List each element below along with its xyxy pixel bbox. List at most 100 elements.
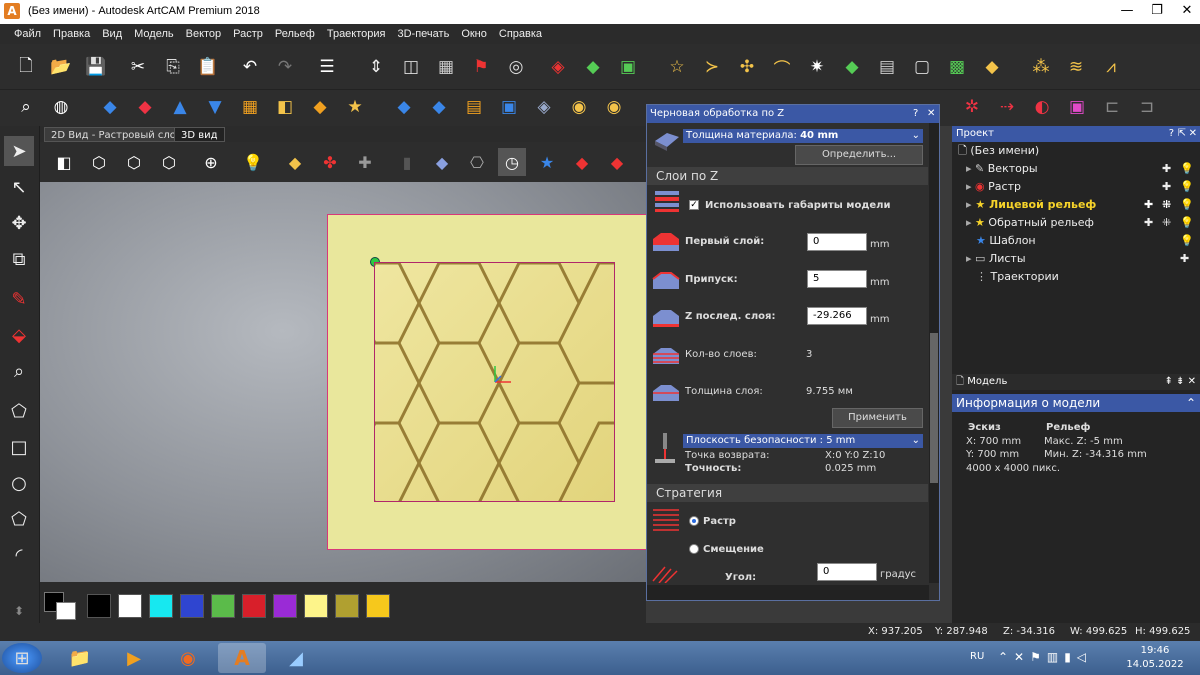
dialog-scrollbar[interactable] [929,123,939,583]
blue-plane-icon[interactable]: ◆ [390,93,418,121]
bulb-icon[interactable]: 💡 [1180,178,1194,196]
color-swatch-black[interactable] [87,594,111,618]
start-button-icon[interactable]: ⊞ [2,643,42,673]
switch-icon[interactable]: ⊐ [1133,93,1161,121]
polyline-draw-icon[interactable]: ⬠ [4,396,34,426]
clock-icon[interactable]: ◷ [498,148,526,176]
artcam-taskbar-icon[interactable]: A [218,643,266,673]
tree-item-vectors[interactable]: ▸ ✎ Векторы ✚ 💡 [952,160,1200,178]
color-swatch-white[interactable] [118,594,142,618]
blue-smooth-icon[interactable]: ◈ [530,93,558,121]
allowance-input[interactable]: 5 [807,270,867,288]
toolpath-view-icon[interactable]: ⎔ [463,148,491,176]
expand-arrow-icon[interactable]: ▸ [966,198,972,211]
raster-radio[interactable] [689,516,699,526]
wave-icon[interactable]: ≋ [1062,53,1090,81]
add-icon[interactable]: ✚ [1144,214,1153,232]
help-icon[interactable]: ? [913,105,918,123]
iso-view-icon[interactable]: ◧ [50,148,78,176]
first-layer-input[interactable]: 0 [807,233,867,251]
maximize-button[interactable]: ❐ [1142,0,1172,24]
magenta-square-icon[interactable]: ▣ [1063,93,1091,121]
weave-icon[interactable]: ▦ [236,93,264,121]
toggle-icon[interactable]: ⊏ [1098,93,1126,121]
app-taskbar-icon[interactable]: ◢ [272,643,320,673]
select-arrow-icon[interactable]: ➤ [4,136,34,166]
color-swatch-olive[interactable] [335,594,359,618]
arrow-red-icon[interactable]: ⇢ [993,93,1021,121]
bulb-icon[interactable]: 💡 [1180,214,1194,232]
star-folder-icon[interactable]: ☆ [663,53,691,81]
menu-toolpath[interactable]: Траектория [321,24,392,44]
scale-icon[interactable]: ⧉ [4,244,34,274]
dialog-close-icon[interactable]: ✕ [927,105,935,123]
color-swatch-green[interactable] [211,594,235,618]
material-icon[interactable]: ◆ [281,148,309,176]
more-tools-icon[interactable]: ⬍ [4,596,34,626]
grid-dots-icon[interactable]: ⁜ [1162,214,1171,232]
color-swatch-blue[interactable] [180,594,204,618]
blue-half-icon[interactable]: ◆ [425,93,453,121]
puzzle-icon[interactable]: ✚ [351,148,379,176]
tree-item-bitmap[interactable]: ▸ ◉ Растр ✚ 💡 [952,178,1200,196]
red-box-icon[interactable]: ◆ [603,148,631,176]
zoom-icon[interactable]: ⌕ [12,93,40,121]
menu-edit[interactable]: Правка [47,24,96,44]
project-root[interactable]: 🗋 (Без имени) [952,142,1200,160]
frame-icon[interactable]: ▢ [908,53,936,81]
open-folder-icon[interactable]: 📂 [47,53,75,81]
pin-icon[interactable]: ? [1169,126,1174,142]
relief-down-icon[interactable]: ▼ [201,93,229,121]
star-blue-icon[interactable]: ★ [533,148,561,176]
polyline-icon[interactable]: ⩘ [1097,53,1125,81]
color-swatch-red[interactable] [242,594,266,618]
language-indicator[interactable]: RU [970,651,984,662]
tree-item-front-relief[interactable]: ▸ ★ Лицевой рельеф ✚ ⁜ 💡 [952,196,1200,214]
close-button[interactable]: ✕ [1172,0,1200,24]
tab-2d-view[interactable]: 2D Вид - Растровый слой [44,127,190,142]
yellow-dot-icon[interactable]: ◉ [600,93,628,121]
side-view-icon[interactable]: ⬡ [120,148,148,176]
panel-controls-icon[interactable]: ⇞ ⇟ ✕ [1165,374,1197,390]
color-swatch-purple[interactable] [273,594,297,618]
curve-icon[interactable]: ⌒ [768,53,796,81]
gauge-icon[interactable]: ◎ [502,53,530,81]
cylinder-icon[interactable]: ▮ [393,148,421,176]
relief-export-icon[interactable]: ▣ [614,53,642,81]
menu-3d-print[interactable]: 3D-печать [392,24,456,44]
sphere-icon[interactable]: ◍ [47,93,75,121]
pencil-icon[interactable]: ✎ [4,284,34,314]
tree-item-template[interactable]: ★ Шаблон 💡 [952,232,1200,250]
add-icon[interactable]: ✚ [1162,160,1171,178]
dialog-hscrollbar[interactable] [647,585,929,600]
expand-arrow-icon[interactable]: ▸ [966,252,972,265]
relief-add-icon[interactable]: ◆ [579,53,607,81]
clock-time[interactable]: 19:46 [1130,645,1180,656]
expand-arrow-icon[interactable]: ▸ [966,180,972,193]
light-bulb-icon[interactable]: 💡 [239,148,267,176]
bulb-icon[interactable]: 💡 [1180,196,1194,214]
arc-icon[interactable]: ◜ [4,540,34,570]
apply-button[interactable]: Применить [832,408,923,428]
cut-icon[interactable]: ✂ [124,53,152,81]
menu-file[interactable]: Файл [8,24,47,44]
axes-icon[interactable]: ✤ [316,148,344,176]
bulb-icon[interactable]: 💡 [1180,232,1194,250]
dots-relief-icon[interactable]: ◆ [306,93,334,121]
tray-icons[interactable]: ⌃✕⚑▥▮◁ [998,650,1092,664]
color-swatch-cyan[interactable] [149,594,173,618]
undo-icon[interactable]: ↶ [236,53,264,81]
block-icon[interactable]: ◆ [428,148,456,176]
color-swatch-light-yellow[interactable] [304,594,328,618]
menu-window[interactable]: Окно [455,24,493,44]
grid-dots-icon[interactable]: ⁜ [1162,196,1171,214]
nodes-icon[interactable]: ⁂ [1027,53,1055,81]
expand-arrow-icon[interactable]: ▸ [966,216,972,229]
texture-icon[interactable]: ▤ [873,53,901,81]
tree-item-toolpaths[interactable]: ⋮ Траектории [952,268,1200,286]
circle-icon[interactable]: ○ [4,468,34,498]
bracket-icon[interactable]: ◐ [1028,93,1056,121]
red-relief-icon[interactable]: ◆ [131,93,159,121]
split-icon[interactable]: ◫ [397,53,425,81]
snap-icon[interactable]: ✣ [733,53,761,81]
